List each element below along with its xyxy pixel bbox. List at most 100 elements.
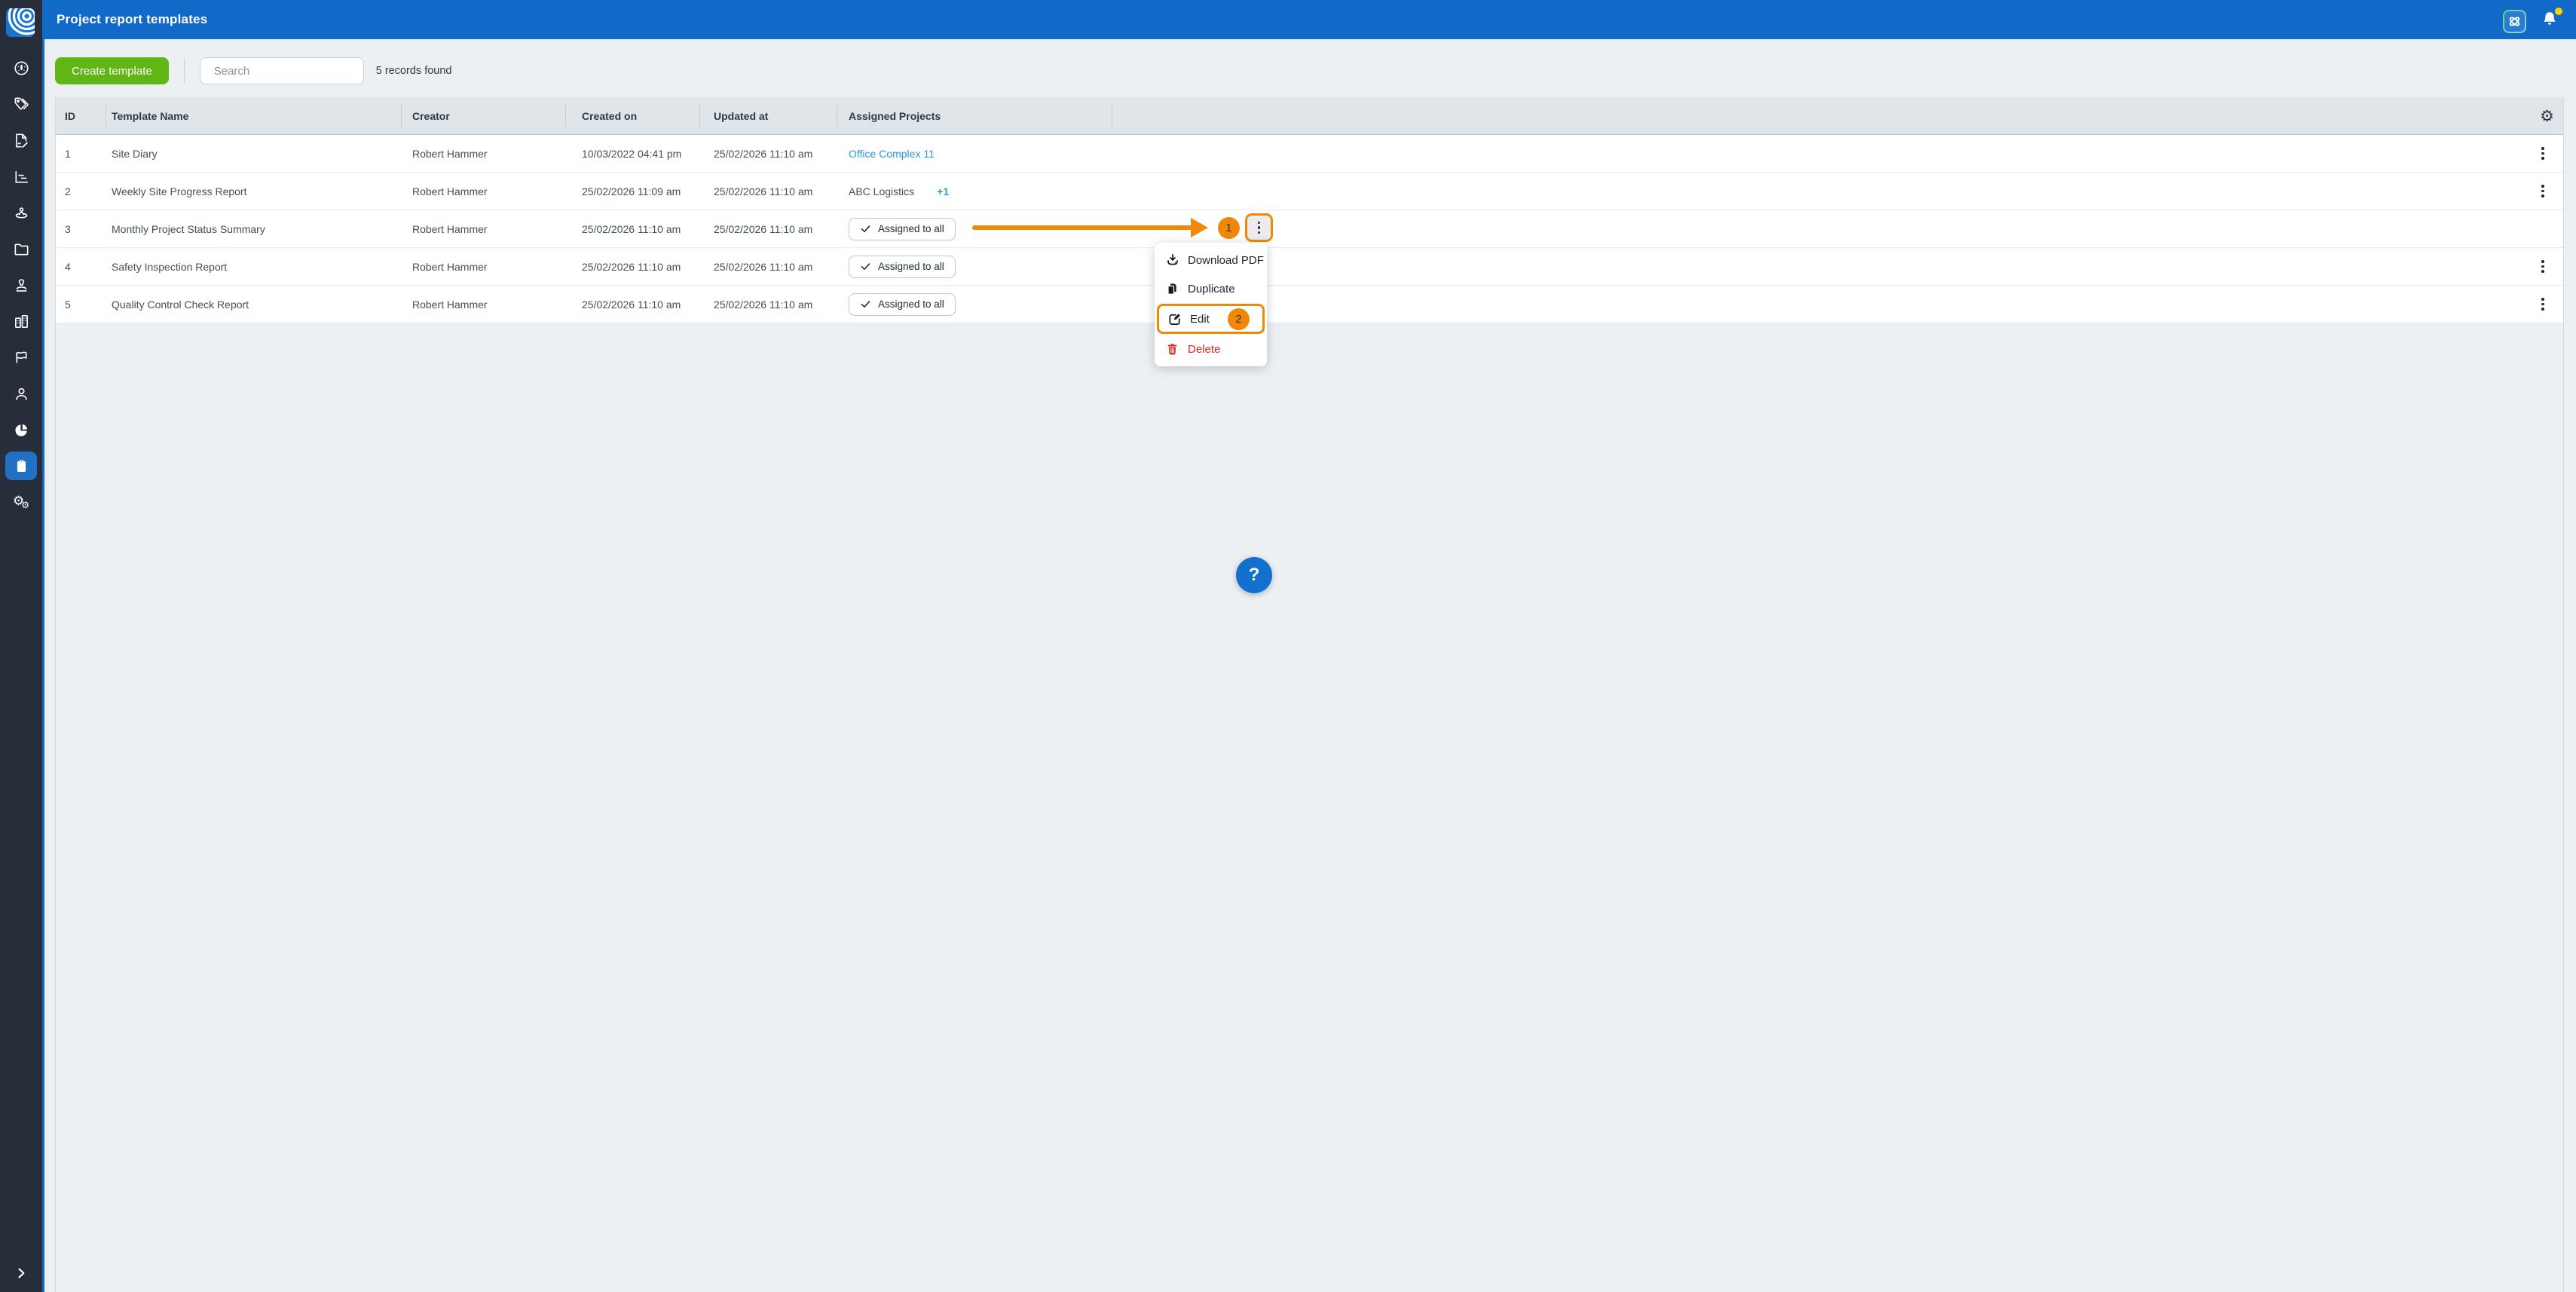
cell-created: 25/02/2026 11:10 am (582, 260, 681, 273)
cell-created: 10/03/2022 04:41 pm (582, 147, 682, 160)
assigned-to-all-chip[interactable]: Assigned to all (849, 255, 956, 278)
sidebar-item-statistics[interactable] (0, 158, 42, 194)
cell-template-name: Monthly Project Status Summary (112, 222, 265, 235)
sidebar-accent-rail (42, 0, 44, 1292)
menu-item-duplicate[interactable]: Duplicate (1155, 274, 1267, 303)
apps-launcher-button[interactable] (2503, 10, 2526, 33)
sidebar-item-settings[interactable]: ⚙⚙ (0, 484, 42, 520)
chevron-right-icon (18, 1268, 25, 1278)
cell-created: 25/02/2026 11:10 am (582, 222, 681, 235)
document-pen-icon (15, 133, 28, 148)
assigned-to-all-chip[interactable]: Assigned to all (849, 292, 956, 316)
cell-template-name: Quality Control Check Report (112, 298, 249, 311)
menu-item-edit[interactable]: Edit 2 (1157, 304, 1265, 334)
cell-created: 25/02/2026 11:10 am (582, 298, 681, 311)
annotation-step-1-badge: 1 (1218, 217, 1240, 239)
col-header-actions: ⚙ (1112, 97, 2563, 134)
sidebar: ⚙⚙ (0, 0, 44, 1292)
sidebar-item-dashboard[interactable] (0, 50, 42, 86)
cell-id: 2 (65, 185, 71, 197)
sidebar-expand-button[interactable] (0, 1262, 42, 1284)
cell-updated: 25/02/2026 11:10 am (714, 260, 813, 273)
trash-icon (1164, 341, 1180, 357)
col-header-assigned[interactable]: Assigned Projects (837, 97, 1112, 134)
check-icon (861, 301, 870, 308)
col-header-created[interactable]: Created on (565, 97, 699, 134)
table-row: 5 Quality Control Check Report Robert Ha… (56, 286, 2563, 323)
cell-id: 1 (65, 147, 71, 160)
cell-id: 5 (65, 298, 71, 311)
row-actions-kebab-button[interactable] (2532, 179, 2554, 204)
cell-creator: Robert Hammer (412, 222, 488, 235)
table-row: 3 Monthly Project Status Summary Robert … (56, 210, 2563, 248)
notifications-button[interactable] (2540, 8, 2562, 31)
stamp-icon (16, 278, 26, 292)
col-header-id[interactable]: ID (56, 97, 106, 134)
create-template-button[interactable]: Create template (55, 57, 169, 84)
duplicate-icon (1164, 281, 1180, 297)
apps-butterfly-icon (2509, 17, 2520, 26)
pie-chart-icon (14, 424, 27, 436)
user-icon (15, 387, 27, 400)
sidebar-item-flags[interactable] (0, 339, 42, 375)
folder-icon (14, 243, 28, 256)
sidebar-item-site-staff[interactable] (0, 194, 42, 231)
person-pin-icon (15, 207, 27, 219)
bar-chart-icon (14, 170, 28, 183)
toolbar-divider (183, 58, 185, 84)
annotation-step-2-badge: 2 (1227, 308, 1250, 330)
cell-updated: 25/02/2026 11:10 am (714, 298, 813, 311)
search-input[interactable] (213, 64, 364, 78)
menu-item-delete[interactable]: Delete (1155, 335, 1267, 363)
search-box[interactable] (199, 57, 364, 84)
table-panel: ID Template Name Creator Created on Upda… (55, 97, 2564, 1292)
help-button[interactable]: ? (1236, 557, 1272, 593)
row-actions-kebab-button[interactable] (2532, 141, 2554, 167)
cell-id: 3 (65, 222, 71, 235)
sidebar-item-documents[interactable] (0, 231, 42, 267)
gears-icon: ⚙⚙ (12, 493, 29, 510)
cell-created: 25/02/2026 11:09 am (582, 185, 681, 197)
assigned-more-link[interactable]: +1 (937, 185, 949, 197)
cell-creator: Robert Hammer (412, 147, 488, 160)
row-actions-kebab-button[interactable] (2532, 292, 2554, 317)
cell-creator: Robert Hammer (412, 185, 488, 197)
row-actions-kebab-button[interactable] (2532, 254, 2554, 280)
menu-item-download-pdf[interactable]: Download PDF (1155, 246, 1267, 274)
cell-creator: Robert Hammer (412, 298, 488, 311)
sidebar-item-analytics[interactable] (0, 412, 42, 448)
row-actions-kebab-icon (1248, 215, 1271, 240)
notification-dot (2555, 8, 2562, 15)
annotation-arrow (972, 225, 1192, 230)
flag-icon (15, 351, 27, 363)
col-header-name[interactable]: Template Name (106, 97, 401, 134)
tag-icon (14, 97, 29, 109)
sidebar-item-users[interactable] (0, 375, 42, 412)
sidebar-item-approvals[interactable] (0, 267, 42, 303)
app-logo-icon[interactable] (6, 8, 35, 37)
sidebar-item-tags[interactable] (0, 86, 42, 122)
records-count: 5 records found (375, 65, 452, 77)
cell-updated: 25/02/2026 11:10 am (714, 185, 813, 197)
col-header-updated[interactable]: Updated at (699, 97, 837, 134)
col-header-creator[interactable]: Creator (401, 97, 565, 134)
cell-template-name: Site Diary (112, 147, 158, 160)
table-header: ID Template Name Creator Created on Upda… (56, 97, 2563, 135)
column-settings-gear-icon[interactable]: ⚙ (2540, 107, 2554, 125)
cell-template-name: Weekly Site Progress Report (112, 185, 247, 197)
assigned-project-link[interactable]: Office Complex 11 (849, 148, 935, 160)
main-content: Create template 5 records found ID Templ… (44, 39, 2576, 1292)
clipboard-icon (17, 459, 26, 472)
sidebar-item-site-diary[interactable] (0, 122, 42, 158)
sidebar-item-companies[interactable] (0, 303, 42, 339)
sidebar-item-report-templates[interactable] (0, 448, 42, 484)
topbar: Project report templates (44, 0, 2576, 39)
assigned-to-all-chip[interactable]: Assigned to all (849, 217, 956, 240)
highlighted-kebab-button[interactable] (1245, 213, 1273, 242)
sidebar-nav: ⚙⚙ (0, 50, 42, 520)
page-title: Project report templates (57, 12, 208, 26)
gauge-icon (14, 60, 29, 75)
cell-creator: Robert Hammer (412, 260, 488, 273)
table-row: 2 Weekly Site Progress Report Robert Ham… (56, 173, 2563, 210)
cell-updated: 25/02/2026 11:10 am (714, 222, 813, 235)
